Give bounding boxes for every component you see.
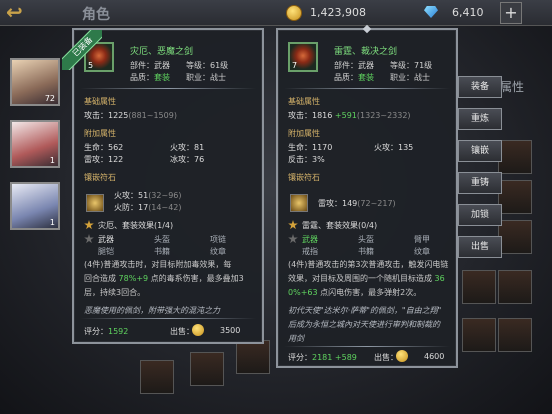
set-title: 雷霆、套装效果(0/4) [302,221,378,230]
divider [80,88,256,89]
divider [284,88,450,89]
set-star-icon [288,234,298,244]
extra-stat: 火攻：135 [374,143,414,152]
inventory-slot[interactable] [190,352,224,386]
equip-button[interactable]: 装备 [458,76,502,98]
gold-coin-icon [396,350,408,362]
gold-coin-icon [192,324,204,336]
sell-button[interactable]: 出售 [458,236,502,258]
rune-icon[interactable] [290,194,308,212]
rune-stat: 火防：17(14~42) [114,203,182,212]
set-item: 武器 [98,235,114,244]
page-title: 角色 [82,7,110,23]
set-item: 书籍 [154,247,170,256]
set-item: 腿铠 [98,247,114,256]
extra-stat: 反击：3% [288,155,325,164]
set-item: 头盔 [154,235,170,244]
top-bar: ↩ 角色 1,423,908 6,410 + [0,0,552,26]
gold-coin-icon [286,5,302,21]
reforge-button[interactable]: 重铸 [458,172,502,194]
inventory-slot[interactable] [498,220,532,254]
set-star-icon [288,220,298,230]
gem-amount: 6,410 [452,6,484,19]
inventory-slot[interactable] [498,180,532,214]
item-name: 灾厄、恶魔之剑 [130,47,194,57]
attack-stat: 攻击：1816 +591(1323~2332) [288,111,411,120]
panel-pin-icon [362,24,372,34]
rune-title: 镶嵌符石 [84,173,116,182]
extra-stat: 生命：562 [84,143,124,152]
item-score: 评分：1592 [84,327,129,336]
hero-portrait[interactable]: 72 [10,58,60,106]
set-effect: (4件)普通攻击的第3次普通攻击，触发闪电链 效果，对目标及周围的一个随机目标造成… [288,260,449,297]
set-item: 臂甲 [414,235,430,244]
equipped-ribbon: 已装备 [62,30,102,70]
extra-attributes-title: 附加属性 [84,129,116,138]
lock-button[interactable]: 加锁 [458,204,502,226]
rune-title: 镶嵌符石 [288,173,320,182]
extra-stat: 火攻：81 [170,143,205,152]
item-score: 评分：2181 +589 [288,353,357,362]
item-lore: 恶魔使用的佩剑，附带强大的混沌之力 [84,306,220,315]
hero-level: 72 [44,94,55,103]
gem-icon [424,6,438,18]
inventory-slot[interactable] [498,270,532,304]
inventory-slot[interactable] [498,140,532,174]
rune-icon[interactable] [86,194,104,212]
sell-price: 3500 [220,326,241,335]
sword-icon: 7 [288,42,318,72]
inventory-slot[interactable] [140,360,174,394]
sell-label: 出售： [374,353,398,362]
set-star-icon [84,234,94,244]
hero-level: 1 [49,218,55,227]
hero-portrait[interactable]: 1 [10,182,60,230]
inventory-slot[interactable] [462,270,496,304]
inlay-button[interactable]: 镶嵌 [458,140,502,162]
gold-amount: 1,423,908 [310,6,366,19]
sell-label: 出售： [170,327,194,336]
inventory-slot[interactable] [498,318,532,352]
equipped-item-panel: 5 灾厄、恶魔之剑 部件：武器 等级：61级 品质：套装 职业：战士 基础属性 … [72,28,264,344]
refine-button[interactable]: 重炼 [458,108,502,130]
set-effect: (4件)普通攻击时，对目标附加毒效果，每 回合造成 78%+9 点的毒系伤害，最多… [84,260,244,297]
back-arrow-icon[interactable]: ↩ [6,2,50,24]
set-item: 纹章 [210,247,226,256]
set-item: 项链 [210,235,226,244]
inventory-slot[interactable] [236,340,270,374]
set-item: 头盔 [358,235,374,244]
tab-attributes[interactable]: 属性 [500,78,524,95]
set-star-icon [84,220,94,230]
rune-stat: 雷攻：149(72~217) [318,199,396,208]
extra-stat: 冰攻：76 [170,155,205,164]
extra-stat: 雷攻：122 [84,155,124,164]
set-item: 戒指 [302,247,318,256]
compare-item-panel: 7 雷霆、裁决之剑 部件：武器 等级：71级 品质：套装 职业：战士 基础属性 … [276,24,458,368]
set-item: 武器 [302,235,318,244]
set-item: 纹章 [414,247,430,256]
item-lore: 初代天使"达米尔·萨蒂"的佩剑，"自由之翔" 后成为永恒之城內对天使进行审判和制裁… [288,306,442,343]
item-name: 雷霆、裁决之剑 [334,47,398,57]
base-attributes-title: 基础属性 [288,97,320,106]
divider [284,346,450,347]
add-currency-button[interactable]: + [500,2,522,24]
sell-price: 4600 [424,352,445,361]
set-title: 灾厄、套装效果(1/4) [98,221,174,230]
extra-stat: 生命：1170 [288,143,333,152]
base-attributes-title: 基础属性 [84,97,116,106]
extra-attributes-title: 附加属性 [288,129,320,138]
hero-portrait[interactable]: 1 [10,120,60,168]
attack-stat: 攻击：1225(881~1509) [84,111,177,120]
set-item: 书籍 [358,247,374,256]
inventory-slot[interactable] [462,318,496,352]
rune-stat: 火攻：51(32~96) [114,191,182,200]
hero-level: 1 [49,156,55,165]
divider [80,318,256,319]
